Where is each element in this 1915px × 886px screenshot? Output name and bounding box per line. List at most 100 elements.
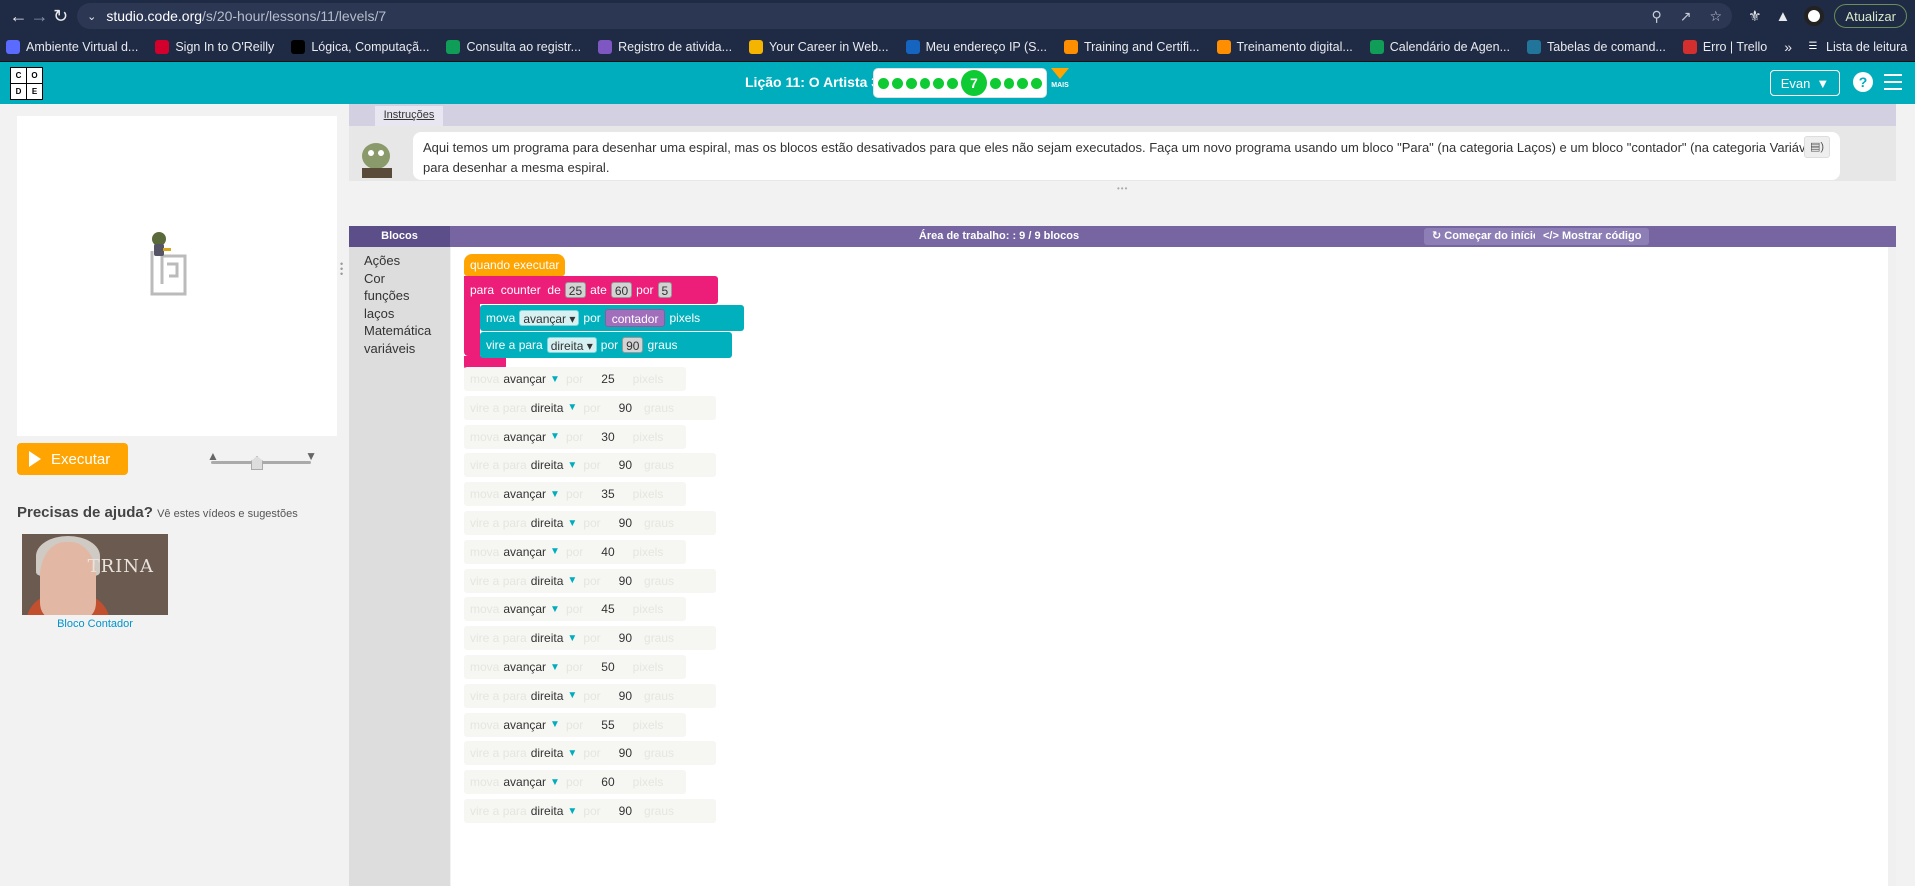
turn-block[interactable]: vire a para direita ▾ por 90 graus — [480, 332, 732, 358]
resize-handle-icon[interactable]: ••• — [1117, 184, 1128, 193]
disabled-move-block[interactable]: mova avançar ▼ por 40 pixels — [464, 539, 686, 564]
reading-list[interactable]: ☰ Lista de leitura — [1806, 40, 1908, 54]
help-icon[interactable]: ? — [1853, 72, 1873, 92]
distance-field[interactable]: 35 — [601, 487, 614, 501]
back-button[interactable]: ← — [8, 0, 29, 32]
blockly-workspace[interactable]: quando executar para counter de 25 ate 60… — [451, 247, 1888, 886]
forward-button[interactable]: → — [29, 0, 50, 32]
turn-angle-field[interactable]: 90 — [622, 337, 644, 353]
turn-direction-value[interactable]: direita — [531, 631, 564, 645]
extensions-icon[interactable]: ⚜ — [1748, 7, 1761, 25]
distance-field[interactable]: 50 — [601, 660, 614, 674]
angle-field[interactable]: 90 — [619, 631, 632, 645]
speed-slider[interactable]: ▲ ▼ — [207, 449, 317, 473]
current-level-dot[interactable]: 7 — [961, 70, 987, 96]
toolbox-resize-icon[interactable]: • • • — [340, 260, 343, 279]
move-block[interactable]: mova avançar ▾ por contador pixels — [480, 305, 744, 331]
profile-avatar[interactable] — [1804, 6, 1825, 26]
level-dot[interactable] — [905, 77, 917, 89]
move-direction-dropdown[interactable]: avançar ▾ — [519, 310, 580, 326]
disabled-turn-block[interactable]: vire a para direita ▼ por 90 graus — [464, 683, 716, 708]
disabled-turn-block[interactable]: vire a para direita ▼ por 90 graus — [464, 626, 716, 651]
toolbox-category[interactable]: Matemática — [349, 322, 450, 340]
video-title-link[interactable]: Bloco Contador — [22, 618, 168, 630]
toolbox-category[interactable]: variáveis — [349, 340, 450, 358]
toolbox-category[interactable]: Cor — [349, 270, 450, 288]
level-dot[interactable] — [1003, 77, 1015, 89]
disabled-move-block[interactable]: mova avançar ▼ por 25 pixels — [464, 367, 686, 391]
level-dot[interactable] — [933, 77, 945, 89]
distance-field[interactable]: 60 — [601, 775, 614, 789]
move-direction-value[interactable]: avançar — [503, 545, 546, 559]
level-dot[interactable] — [919, 77, 931, 89]
move-direction-value[interactable]: avançar — [503, 775, 546, 789]
code-logo[interactable]: C O D E — [10, 66, 43, 100]
angle-field[interactable]: 90 — [619, 401, 632, 415]
for-by-field[interactable]: 5 — [657, 282, 673, 298]
turn-direction-value[interactable]: direita — [531, 804, 564, 818]
bookmark-item[interactable]: Meu endereço IP (S... — [905, 39, 1047, 54]
turn-direction-value[interactable]: direita — [531, 401, 564, 415]
disabled-move-block[interactable]: mova avançar ▼ por 50 pixels — [464, 655, 686, 679]
bookmark-item[interactable]: Erro | Trello — [1682, 39, 1767, 54]
angle-field[interactable]: 90 — [619, 458, 632, 472]
move-direction-value[interactable]: avançar — [503, 430, 546, 444]
disabled-turn-block[interactable]: vire a para direita ▼ por 90 graus — [464, 741, 716, 766]
disabled-turn-block[interactable]: vire a para direita ▼ por 90 graus — [464, 799, 716, 823]
turn-direction-dropdown[interactable]: direita ▾ — [546, 337, 597, 353]
toolbox-category[interactable]: Ações — [349, 252, 450, 270]
disabled-turn-block[interactable]: vire a para direita ▼ por 90 graus — [464, 395, 716, 420]
toolbox-category[interactable]: funções — [349, 287, 450, 305]
tab-instructions[interactable]: Instruções — [375, 106, 443, 126]
move-direction-value[interactable]: avançar — [503, 718, 546, 732]
angle-field[interactable]: 90 — [619, 516, 632, 530]
angle-field[interactable]: 90 — [619, 689, 632, 703]
turn-direction-value[interactable]: direita — [531, 458, 564, 472]
update-button[interactable]: Atualizar — [1834, 4, 1907, 28]
show-code-button[interactable]: </> Mostrar código — [1535, 228, 1650, 245]
distance-field[interactable]: 55 — [601, 718, 614, 732]
when-run-block[interactable]: quando executar — [464, 254, 566, 276]
angle-field[interactable]: 90 — [619, 804, 632, 818]
level-dot[interactable] — [891, 77, 903, 89]
bookmark-star-icon[interactable]: ☆ — [1710, 8, 1723, 25]
counter-variable-block[interactable]: contador — [604, 309, 666, 327]
for-to-field[interactable]: 60 — [610, 282, 633, 298]
toolbox-category[interactable]: laços — [349, 305, 450, 323]
more-bookmarks-icon[interactable]: » — [1784, 39, 1792, 55]
labs-icon[interactable]: ▲ — [1776, 8, 1791, 25]
disabled-move-block[interactable]: mova avançar ▼ por 35 pixels — [464, 482, 686, 507]
video-thumbnail[interactable]: TRINA — [22, 534, 168, 615]
turn-direction-value[interactable]: direita — [531, 689, 564, 703]
for-loop-block[interactable]: para counter de 25 ate 60 por 5 — [464, 276, 718, 304]
zoom-icon[interactable]: ⚲ — [1652, 8, 1662, 25]
level-dot[interactable] — [947, 77, 959, 89]
bookmark-item[interactable]: Tabelas de comand... — [1527, 39, 1666, 54]
disabled-turn-block[interactable]: vire a para direita ▼ por 90 graus — [464, 568, 716, 593]
turn-direction-value[interactable]: direita — [531, 746, 564, 760]
level-dot[interactable] — [1017, 77, 1029, 89]
site-info-icon[interactable]: ⌄ — [87, 10, 96, 23]
disabled-move-block[interactable]: mova avançar ▼ por 55 pixels — [464, 712, 686, 737]
move-direction-value[interactable]: avançar — [503, 602, 546, 616]
angle-field[interactable]: 90 — [619, 574, 632, 588]
bookmark-item[interactable]: Sign In to O'Reilly — [155, 39, 274, 54]
distance-field[interactable]: 30 — [601, 430, 614, 444]
turn-direction-value[interactable]: direita — [531, 574, 564, 588]
bookmark-item[interactable]: Training and Certifi... — [1063, 39, 1200, 54]
bookmark-item[interactable]: Registro de ativida... — [598, 39, 732, 54]
bookmark-item[interactable]: Ambiente Virtual d... — [6, 39, 138, 54]
disabled-turn-block[interactable]: vire a para direita ▼ por 90 graus — [464, 511, 716, 535]
slider-knob[interactable] — [251, 456, 263, 470]
bookmark-item[interactable]: Lógica, Computaçã... — [291, 39, 429, 54]
workspace-scrollbar[interactable] — [1888, 247, 1896, 886]
lesson-title[interactable]: Lição 11: O Artista 3 — [745, 74, 879, 90]
move-direction-value[interactable]: avançar — [503, 660, 546, 674]
distance-field[interactable]: 40 — [601, 545, 614, 559]
angle-field[interactable]: 90 — [619, 746, 632, 760]
hamburger-menu-icon[interactable] — [1884, 74, 1902, 95]
distance-field[interactable]: 45 — [601, 602, 614, 616]
bookmark-item[interactable]: Your Career in Web... — [749, 39, 889, 54]
text-to-speech-icon[interactable]: ▤) — [1804, 136, 1830, 158]
disabled-move-block[interactable]: mova avançar ▼ por 60 pixels — [464, 770, 686, 795]
